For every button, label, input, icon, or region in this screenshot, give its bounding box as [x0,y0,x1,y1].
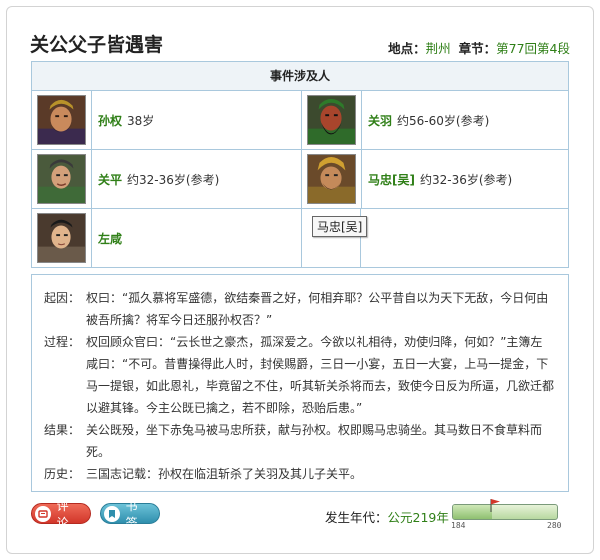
process-label: 过程： [44,335,81,349]
timeline-bar[interactable] [452,504,558,520]
comment-icon [35,505,51,522]
bookmark-label: 书签 [125,498,138,530]
location-info: 地点：荆州 章节：第77回第4段 [388,38,570,57]
era-value: 公元219年 [387,510,449,525]
people-heading: 事件涉及人 [32,62,568,91]
person-cell: 关羽 约56-60岁(参考) [302,91,568,150]
name-tooltip: 马忠[吴] [312,216,368,237]
cause-text: 权曰：“孤久慕将军盛德，欲结秦晋之好，何相弃耶？公平昔自以为天下无敌，今日何由被… [86,291,549,327]
event-result: 结果： 关公既殁，坐下赤兔马被马忠所获，献与孙权。权即赐马忠骑坐。其马数日不食草… [44,419,554,463]
bookmark-button[interactable]: 书签 [100,499,160,530]
event-history: 历史： 三国志记载：孙权在临沮斩杀了关羽及其儿子关平。 [44,463,554,485]
history-text: 三国志记载：孙权在临沮斩杀了关羽及其儿子关平。 [86,467,363,481]
timeline-max: 280 [547,521,562,530]
result-text: 关公既殁，坐下赤兔马被马忠所获，献与孙权。权即赐马忠骑坐。其马数日不食草料而死。 [86,423,543,459]
cause-label: 起因： [44,291,81,305]
empty-cell: 马忠[吴] [302,209,568,267]
event-cause: 起因： 权曰：“孤久慕将军盛德，欲结秦晋之好，何相弃耶？公平昔自以为天下无敌，今… [44,287,554,331]
person-name-link[interactable]: 关平 [98,171,122,188]
timeline-min: 184 [451,521,466,530]
page-title: 关公父子皆遇害 [30,34,164,56]
history-label: 历史： [44,467,81,481]
bookmark-icon [104,505,120,522]
person-cell: 马忠[吴] 约32-36岁(参考) [302,150,568,209]
person-name-link[interactable]: 关羽 [368,112,392,129]
place-link[interactable]: 荆州 [426,41,451,56]
person-age: 约56-60岁(参考) [397,113,490,128]
avatar[interactable] [307,154,356,204]
flag-icon[interactable] [489,498,501,512]
person-age: 约32-36岁(参考) [127,172,220,187]
person-name-link[interactable]: 马忠[吴] [368,171,415,188]
place-label: 地点： [388,41,426,56]
person-age: 38岁 [127,113,155,128]
result-label: 结果： [44,423,81,437]
era-info: 发生年代：公元219年 [325,507,449,526]
avatar[interactable] [37,154,86,204]
era-label: 发生年代： [325,510,388,525]
event-process: 过程： 权回顾众官曰：“云长世之豪杰，孤深爱之。今欲以礼相待，劝使归降，何如？”… [44,331,554,419]
people-table: 事件涉及人 孙权 38岁 关羽 约56-60岁(参考) 关平 约32-36岁(参… [31,61,569,268]
person-cell: 左咸 [32,209,302,267]
person-cell: 关平 约32-36岁(参考) [32,150,302,209]
chapter-label: 章节： [458,41,497,56]
timeline-fill [453,505,492,519]
avatar[interactable] [37,213,86,263]
review-label: 评论 [56,498,69,530]
person-name-link[interactable]: 左咸 [98,230,122,247]
person-cell: 孙权 38岁 [32,91,302,150]
avatar[interactable] [307,95,356,145]
review-button[interactable]: 评论 [31,499,91,530]
event-details: 起因： 权曰：“孤久慕将军盛德，欲结秦晋之好，何相弃耶？公平昔自以为天下无敌，今… [31,274,569,492]
person-age: 约32-36岁(参考) [419,172,513,187]
process-text: 权回顾众官曰：“云长世之豪杰，孤深爱之。今欲以礼相待，劝使归降，何如？”主簿左咸… [86,335,555,415]
avatar[interactable] [37,95,86,145]
chapter-link[interactable]: 第77回第4段 [496,41,570,56]
person-name-link[interactable]: 孙权 [98,112,122,129]
